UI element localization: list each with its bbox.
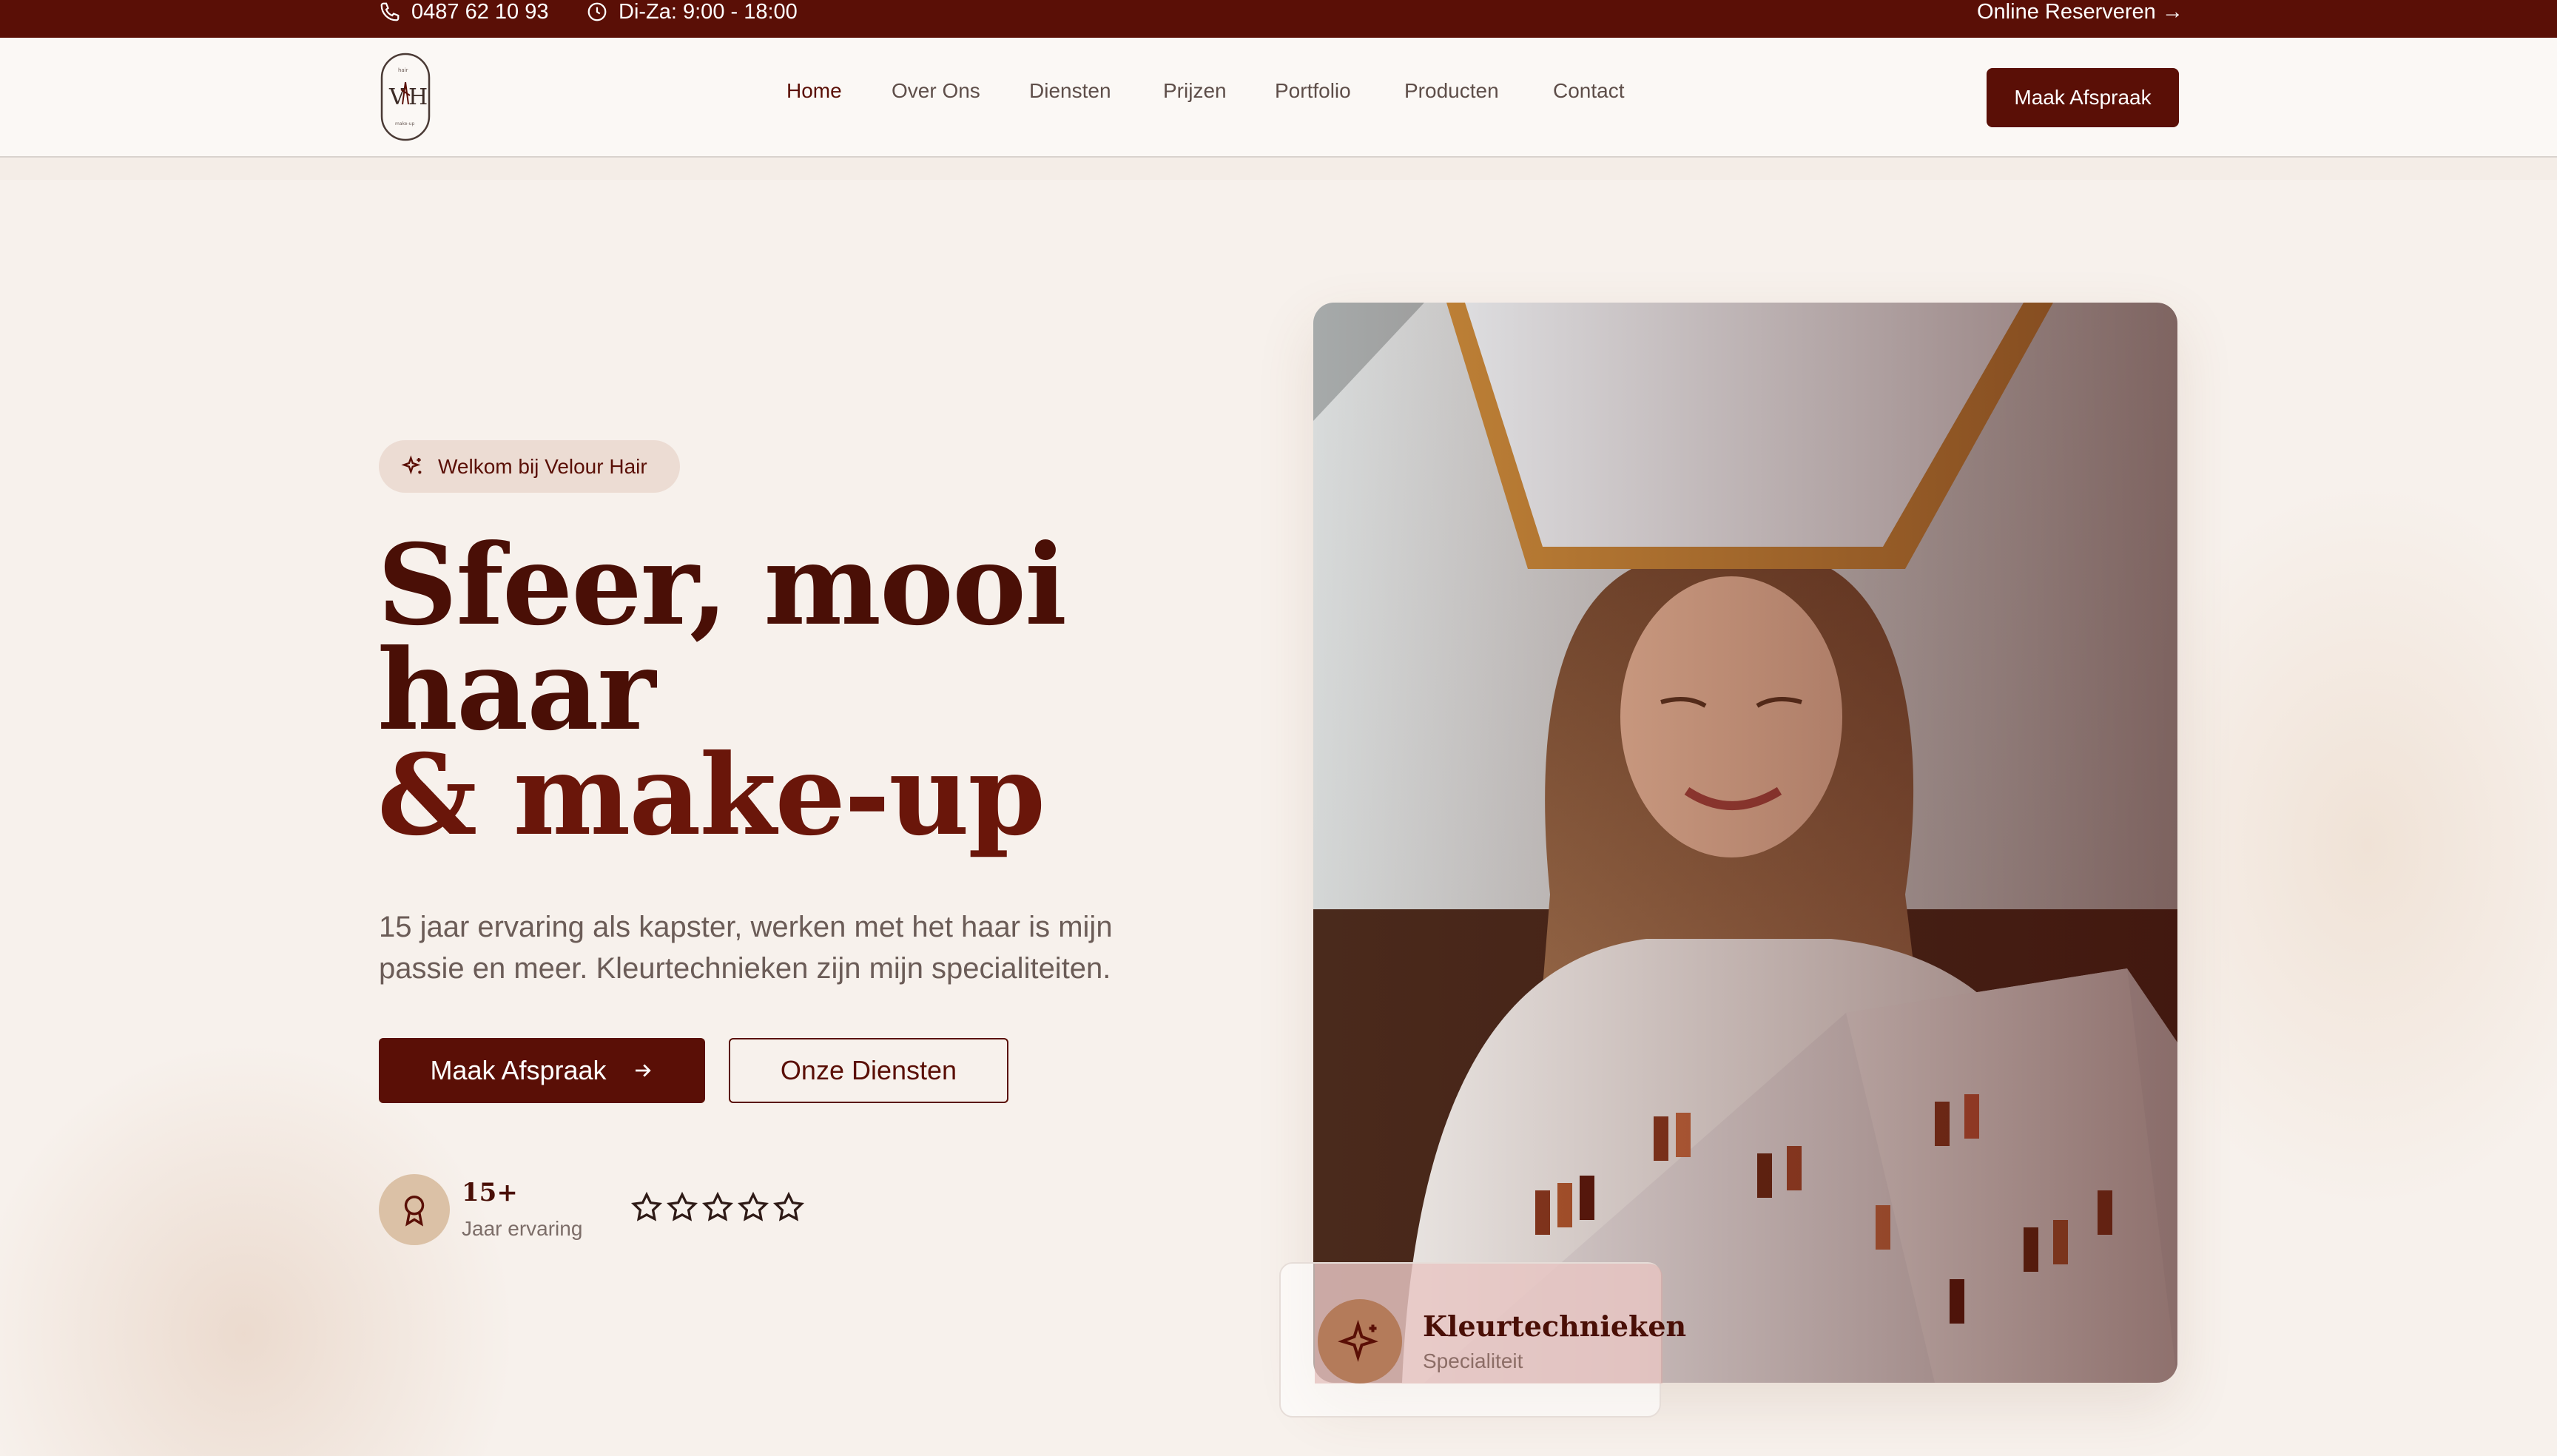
- hours-info: Di-Za: 9:00 - 18:00: [586, 0, 798, 24]
- specialty-card: Kleurtechnieken Specialiteit: [1279, 1262, 1686, 1418]
- opening-hours: Di-Za: 9:00 - 18:00: [619, 0, 798, 24]
- svg-text:make-up: make-up: [395, 121, 414, 127]
- star-icon: [772, 1191, 805, 1221]
- hero-headline: Sfeer, mooi haar & make-up: [377, 520, 1191, 860]
- make-appointment-button[interactable]: Maak Afspraak: [379, 1038, 705, 1103]
- specialty-icon-badge: [1318, 1299, 1402, 1383]
- nav-producten[interactable]: Producten: [1404, 79, 1499, 103]
- nav-diensten[interactable]: Diensten: [1029, 79, 1111, 103]
- nav-portfolio[interactable]: Portfolio: [1275, 79, 1351, 103]
- sparkle-icon: [1338, 1319, 1378, 1363]
- svg-text:H: H: [408, 84, 428, 110]
- nav-over-ons[interactable]: Over Ons: [892, 79, 980, 103]
- welcome-badge-label: Welkom bij Velour Hair: [438, 454, 647, 478]
- online-reserve-link[interactable]: Online Reserveren →: [1977, 0, 2183, 24]
- clock-icon: [587, 2, 607, 21]
- nav-home[interactable]: Home: [786, 79, 842, 103]
- header-divider-strip: [0, 158, 2557, 180]
- star-icon: [666, 1191, 698, 1221]
- specialty-title: Kleurtechnieken: [1423, 1310, 1687, 1343]
- nav-contact[interactable]: Contact: [1553, 79, 1625, 103]
- velour-hair-logo[interactable]: V H hair make-up: [379, 51, 432, 143]
- sparkle-icon: [401, 454, 422, 474]
- rating-stars: [630, 1191, 808, 1224]
- star-icon: [737, 1191, 769, 1221]
- star-icon: [701, 1191, 734, 1221]
- header-appointment-button[interactable]: Maak Afspraak: [1987, 68, 2179, 127]
- star-icon: [630, 1191, 663, 1221]
- phone-number: 0487 62 10 93: [411, 0, 549, 24]
- experience-badge: [379, 1174, 450, 1245]
- svg-text:hair: hair: [398, 67, 408, 73]
- welcome-badge: Welkom bij Velour Hair: [379, 440, 680, 493]
- make-appointment-label: Maak Afspraak: [430, 1055, 607, 1085]
- hero-photo: [1313, 303, 2177, 1383]
- arrow-right-icon: [635, 1064, 651, 1077]
- experience-label: Jaar ervaring: [462, 1217, 583, 1240]
- nav-prijzen[interactable]: Prijzen: [1163, 79, 1227, 103]
- top-bar: 0487 62 10 93 Di-Za: 9:00 - 18:00 Online…: [0, 0, 2557, 38]
- specialty-label: Specialiteit: [1423, 1349, 1523, 1372]
- headline-line-2: haar: [377, 625, 656, 755]
- stylist-photo-illustration: [1313, 303, 2177, 1383]
- award-icon: [404, 1196, 425, 1227]
- experience-value: 15+: [462, 1178, 518, 1207]
- phone-info[interactable]: 0487 62 10 93: [379, 0, 548, 24]
- hero-description: 15 jaar ervaring als kapster, werken met…: [379, 911, 1113, 985]
- header: V H hair make-up Home Over Ons Diensten …: [0, 38, 2557, 158]
- our-services-button[interactable]: Onze Diensten: [729, 1038, 1008, 1103]
- phone-icon: [380, 2, 400, 21]
- headline-line-3: & make-up: [377, 730, 1045, 860]
- headline-line-1: Sfeer, mooi: [377, 520, 1067, 650]
